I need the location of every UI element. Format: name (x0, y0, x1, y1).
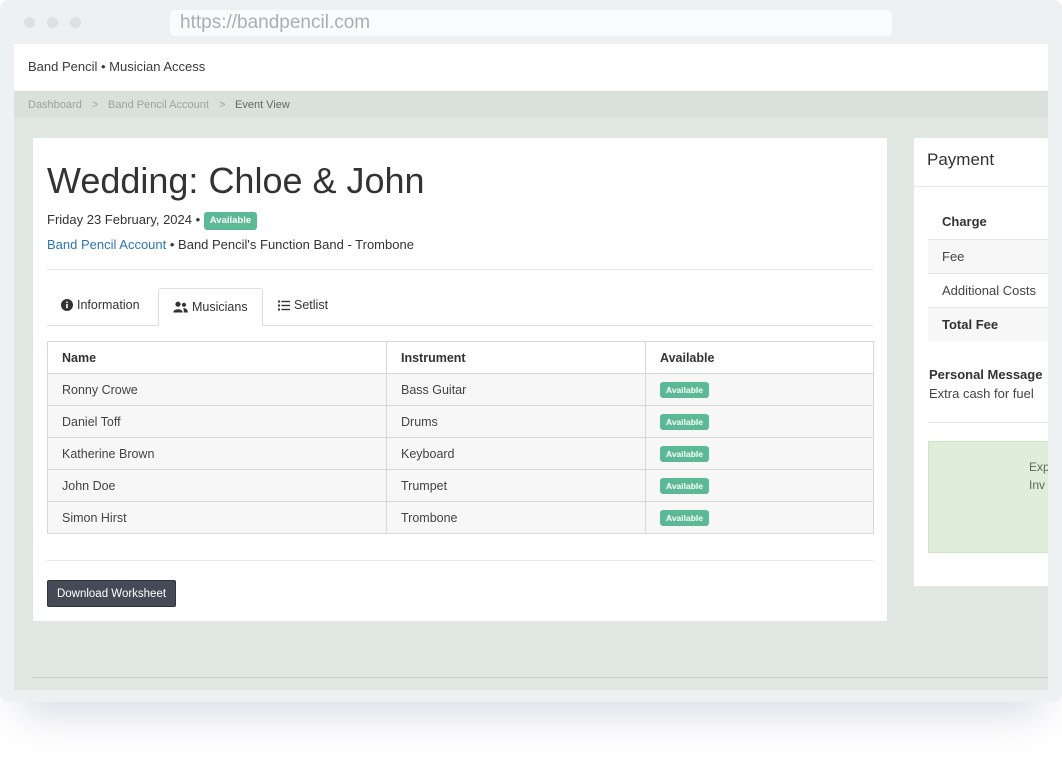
payment-card: Payment Charge Fee Additional Costs Tota… (914, 138, 1048, 586)
availability-cell: Available (645, 405, 874, 438)
divider (47, 269, 873, 270)
personal-message-label: Personal Message (929, 367, 1043, 382)
table-row: Ronny Crowe Bass Guitar Available (47, 373, 874, 406)
window-maximize-dot[interactable] (70, 17, 81, 28)
footer-divider (32, 677, 1048, 678)
band-role: • Band Pencil's Function Band - Trombone (169, 237, 414, 252)
availability-badge: Available (660, 445, 710, 462)
payment-card-header: Payment (914, 138, 1048, 187)
payment-row-charge: Charge (942, 214, 987, 229)
musician-name: Ronny Crowe (47, 373, 387, 406)
breadcrumb-separator: > (92, 99, 99, 111)
breadcrumb-account[interactable]: Band Pencil Account (108, 92, 209, 118)
availability-badge: Available (660, 477, 710, 494)
column-header-instrument[interactable]: Instrument (386, 341, 646, 374)
musicians-table: Name Instrument Available Ronny Crowe Ba… (47, 341, 874, 534)
payment-row-total-fee: Total Fee (928, 307, 1048, 341)
payment-row-fee: Fee (928, 239, 1048, 273)
download-worksheet-button[interactable]: Download Worksheet (47, 580, 176, 607)
window-close-dot[interactable] (24, 17, 35, 28)
personal-message-text: Extra cash for fuel (929, 386, 1034, 401)
account-link[interactable]: Band Pencil Account (47, 237, 166, 252)
availability-badge: Available (660, 509, 710, 526)
event-date: Friday 23 February, 2024 • (47, 212, 201, 227)
table-row: John Doe Trumpet Available (47, 469, 874, 502)
tab-setlist[interactable]: Setlist (278, 288, 328, 325)
availability-badge: Available (660, 413, 710, 430)
event-card: Wedding: Chloe & John Friday 23 February… (33, 138, 887, 621)
availability-cell: Available (645, 501, 874, 534)
musician-instrument: Trombone (386, 501, 646, 534)
musician-instrument: Drums (386, 405, 646, 438)
breadcrumb-dashboard[interactable]: Dashboard (28, 92, 82, 118)
payment-title: Payment (927, 150, 995, 169)
page: Band Pencil • Musician Access Dashboard … (14, 44, 1048, 690)
breadcrumb: Dashboard > Band Pencil Account > Event … (14, 92, 1048, 118)
notice-line: Exp (1029, 460, 1048, 474)
event-date-line: Friday 23 February, 2024 • Available (47, 211, 258, 230)
musician-name: John Doe (47, 469, 387, 502)
tab-musicians-label: Musicians (192, 300, 248, 314)
tab-bar: Information Musicians Setlist (47, 288, 873, 326)
page-title: Wedding: Chloe & John (47, 160, 425, 201)
status-badge: Available (203, 211, 258, 230)
musician-instrument: Bass Guitar (386, 373, 646, 406)
availability-cell: Available (645, 373, 874, 406)
top-navbar: Band Pencil • Musician Access (14, 44, 1048, 92)
window-minimize-dot[interactable] (47, 17, 58, 28)
column-header-name[interactable]: Name (47, 341, 387, 374)
musician-instrument: Keyboard (386, 437, 646, 470)
brand-title[interactable]: Band Pencil • Musician Access (28, 59, 205, 74)
tab-musicians[interactable]: Musicians (158, 288, 263, 326)
notice-line: Inv (1029, 478, 1046, 492)
payment-notice: Exp Inv (928, 441, 1048, 553)
breadcrumb-separator: > (219, 99, 226, 111)
table-row: Katherine Brown Keyboard Available (47, 437, 874, 470)
tab-setlist-label: Setlist (294, 298, 329, 312)
table-row: Simon Hirst Trombone Available (47, 501, 874, 534)
musician-name: Katherine Brown (47, 437, 387, 470)
tab-information-label: Information (77, 298, 140, 312)
divider (47, 560, 873, 561)
musician-name: Daniel Toff (47, 405, 387, 438)
table-row: Daniel Toff Drums Available (47, 405, 874, 438)
column-header-available[interactable]: Available (645, 341, 874, 374)
browser-titlebar: https://bandpencil.com (0, 0, 1062, 44)
band-line: Band Pencil Account • Band Pencil's Func… (47, 236, 414, 254)
payment-row-additional-costs: Additional Costs (928, 273, 1048, 307)
musician-name: Simon Hirst (47, 501, 387, 534)
address-bar[interactable]: https://bandpencil.com (170, 10, 892, 36)
tab-information[interactable]: Information (61, 288, 140, 325)
browser-window: https://bandpencil.com Band Pencil • Mus… (0, 0, 1062, 702)
breadcrumb-current: Event View (235, 99, 290, 111)
divider (928, 422, 1048, 423)
availability-cell: Available (645, 469, 874, 502)
users-icon (173, 301, 188, 313)
info-circle-icon (61, 299, 73, 311)
table-header-row: Name Instrument Available (47, 341, 874, 374)
availability-badge: Available (660, 381, 710, 398)
availability-cell: Available (645, 437, 874, 470)
list-icon (278, 300, 290, 311)
musician-instrument: Trumpet (386, 469, 646, 502)
